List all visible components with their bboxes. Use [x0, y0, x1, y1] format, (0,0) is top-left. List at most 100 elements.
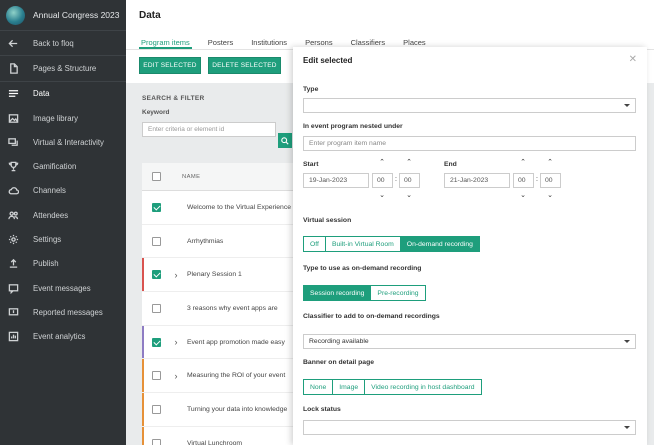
sidebar-item-data[interactable]: Data — [0, 82, 126, 106]
table-row[interactable]: › Plenary Session 1 — [142, 258, 294, 293]
event-logo — [6, 5, 25, 25]
sidebar-item-image-library[interactable]: Image library — [0, 106, 126, 130]
start-min-input[interactable]: 00 — [399, 173, 420, 188]
classifier-color-bar — [142, 393, 144, 426]
start-hour-down-icon[interactable]: ⌄ — [372, 192, 392, 200]
row-checkbox[interactable] — [152, 404, 161, 414]
sidebar-item-label: Channels — [33, 186, 66, 196]
sidebar-item-settings[interactable]: Settings — [0, 227, 126, 251]
classifier-color-bar — [142, 258, 144, 292]
ondemand-option-pre-recording[interactable]: Pre-recording — [371, 286, 425, 300]
chevron-down-icon — [624, 340, 630, 343]
chevron-right-icon[interactable]: › — [170, 371, 182, 381]
sidebar-item-reported-messages[interactable]: Reported messages — [0, 300, 126, 324]
start-min-down-icon[interactable]: ⌄ — [399, 192, 419, 200]
table-row[interactable]: Arrhythmias — [142, 225, 294, 259]
table-row[interactable]: › Event app promotion made easy — [142, 325, 294, 360]
sidebar-item-channels[interactable]: Channels — [0, 179, 126, 203]
virtual-option-off[interactable]: Off — [304, 237, 326, 251]
program-items-table: NAME Welcome to the Virtual Experience Ar… — [142, 163, 294, 445]
nested-label: In event program nested under — [303, 123, 403, 130]
analytics-icon — [7, 331, 19, 343]
table-row[interactable]: Welcome to the Virtual Experience — [142, 191, 294, 225]
chevron-down-icon — [624, 104, 630, 107]
sidebar-item-back-to-floq[interactable]: Back to floq — [0, 31, 126, 55]
table-row[interactable]: › Measuring the ROI of your event — [142, 359, 294, 394]
table-row[interactable]: Virtual Lunchroom — [142, 426, 294, 445]
sidebar-item-label: Reported messages — [33, 307, 103, 317]
sidebar-item-event-analytics[interactable]: Event analytics — [0, 325, 126, 349]
sidebar-item-label: Publish — [33, 259, 59, 269]
tab-posters[interactable]: Posters — [206, 34, 235, 49]
sidebar-item-gamification[interactable]: Gamification — [0, 154, 126, 178]
end-hour-up-icon[interactable]: ⌃ — [513, 159, 533, 167]
chevron-right-icon[interactable]: › — [170, 270, 182, 280]
name-column-header: NAME — [182, 173, 201, 180]
select-all-checkbox[interactable] — [152, 172, 161, 181]
end-min-input[interactable]: 00 — [540, 173, 561, 188]
row-checkbox[interactable] — [152, 438, 161, 445]
trophy-icon — [7, 161, 19, 173]
sidebar-item-label: Event messages — [33, 283, 91, 293]
classifier-select[interactable]: Recording available — [303, 334, 636, 349]
end-hour-down-icon[interactable]: ⌄ — [513, 192, 533, 200]
row-checkbox[interactable] — [152, 371, 161, 381]
chevron-right-icon[interactable]: › — [170, 337, 182, 347]
panel-title: Edit selected — [303, 56, 353, 65]
start-min-up-icon[interactable]: ⌃ — [399, 159, 419, 167]
start-date-input[interactable]: 19-Jan-2023 — [303, 173, 369, 188]
people-icon — [7, 209, 19, 221]
table-row[interactable]: Turning your data into knowledge — [142, 393, 294, 427]
tab-program-items[interactable]: Program items — [139, 34, 192, 49]
classifier-label: Classifier to add to on-demand recording… — [303, 313, 440, 320]
lock-status-select[interactable] — [303, 420, 636, 435]
virtual-option-built-in-virtual-room[interactable]: Built-in Virtual Room — [325, 237, 401, 251]
sidebar-item-label: Gamification — [33, 162, 77, 172]
nested-input[interactable]: Enter program item name — [303, 136, 636, 151]
end-min-up-icon[interactable]: ⌃ — [540, 159, 560, 167]
search-button[interactable] — [278, 133, 292, 148]
banner-option-none[interactable]: None — [304, 380, 334, 394]
gear-icon — [7, 234, 19, 246]
banner-option-image[interactable]: Image — [333, 380, 366, 394]
sidebar-item-attendees[interactable]: Attendees — [0, 203, 126, 227]
tab-institutions[interactable]: Institutions — [249, 34, 289, 49]
row-checkbox[interactable] — [152, 337, 161, 347]
start-hour-up-icon[interactable]: ⌃ — [372, 159, 392, 167]
row-checkbox[interactable] — [152, 270, 161, 280]
message-icon — [7, 282, 19, 294]
report-icon — [7, 306, 19, 318]
row-name: 3 reasons why event apps are — [187, 304, 278, 312]
edit-selected-button[interactable]: EDIT SELECTED — [139, 57, 201, 74]
classifier-color-bar — [142, 426, 144, 445]
end-date-input[interactable]: 21-Jan-2023 — [444, 173, 510, 188]
list-icon — [7, 88, 19, 100]
keyword-input[interactable]: Enter criteria or element id — [142, 122, 276, 137]
lock-status-label: Lock status — [303, 406, 341, 413]
banner-option-video-recording-in-host-dashboard[interactable]: Video recording in host dashboard — [365, 380, 481, 394]
table-row[interactable]: 3 reasons why event apps are — [142, 292, 294, 326]
time-colon: : — [536, 176, 538, 183]
start-label: Start — [303, 161, 319, 168]
sidebar-item-event-messages[interactable]: Event messages — [0, 276, 126, 300]
page-icon — [7, 62, 19, 74]
type-select[interactable] — [303, 98, 636, 113]
sidebar-item-publish[interactable]: Publish — [0, 252, 126, 276]
delete-selected-button[interactable]: DELETE SELECTED — [208, 57, 281, 74]
sidebar-item-label: Back to floq — [33, 38, 74, 48]
ondemand-option-session-recording[interactable]: Session recording — [304, 286, 372, 300]
row-checkbox[interactable] — [152, 202, 161, 212]
start-hour-input[interactable]: 00 — [372, 173, 393, 188]
row-checkbox[interactable] — [152, 236, 161, 246]
row-name: Measuring the ROI of your event — [187, 372, 286, 380]
sidebar-nav: Back to floq Pages & Structure Data Image l… — [0, 31, 126, 349]
end-min-down-icon[interactable]: ⌄ — [540, 192, 560, 200]
ondemand-type-toggle: Session recording Pre-recording — [303, 285, 426, 301]
row-checkbox[interactable] — [152, 303, 161, 313]
sidebar-item-virtual-interactivity[interactable]: Virtual & Interactivity — [0, 130, 126, 154]
brand[interactable]: Annual Congress 2023 — [0, 0, 126, 31]
sidebar-item-pages-structure[interactable]: Pages & Structure — [0, 56, 126, 80]
close-icon[interactable]: ✕ — [629, 54, 637, 65]
end-hour-input[interactable]: 00 — [513, 173, 534, 188]
virtual-option-on-demand-recording[interactable]: On-demand recording — [400, 237, 479, 251]
